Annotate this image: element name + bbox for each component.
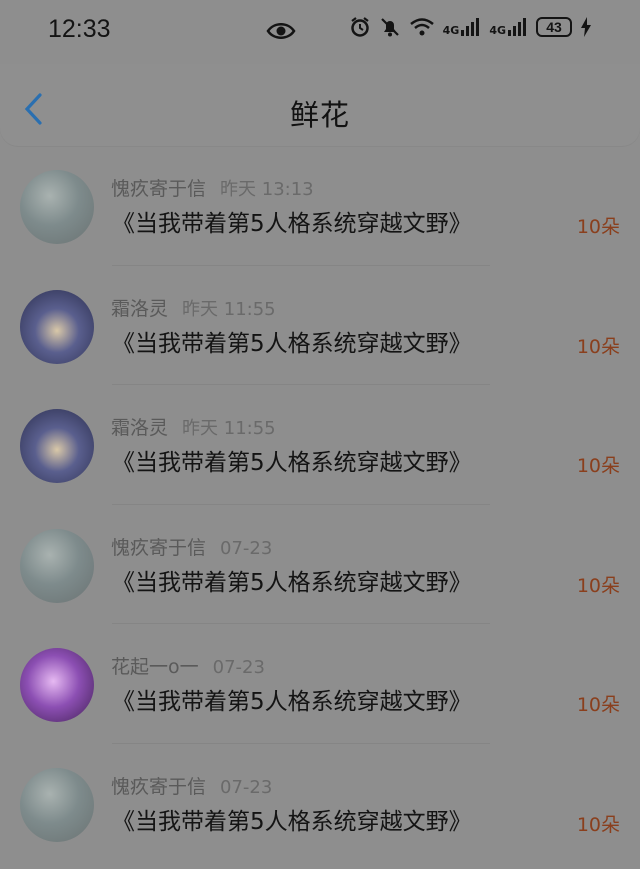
item-meta: 霜洛灵 昨天 11:55 bbox=[111, 413, 276, 440]
user-name[interactable]: 愧疚寄于信 bbox=[111, 776, 206, 798]
avatar[interactable] bbox=[20, 648, 94, 722]
avatar[interactable] bbox=[20, 289, 94, 364]
network-label-2: 4G bbox=[489, 24, 506, 37]
eye-icon bbox=[266, 20, 296, 46]
item-meta: 花起一o一 07-23 bbox=[111, 652, 265, 679]
book-title[interactable]: 《当我带着第5人格系统穿越文野》 bbox=[112, 563, 472, 597]
status-bar: 12:33 4G 4G 43 bbox=[0, 0, 640, 64]
alarm-icon bbox=[349, 16, 371, 38]
flower-count: 10朵 bbox=[576, 216, 620, 238]
charging-icon bbox=[580, 17, 592, 37]
wifi-icon bbox=[409, 17, 435, 37]
status-icons: 4G 4G 43 bbox=[349, 16, 592, 38]
user-name[interactable]: 愧疚寄于信 bbox=[111, 178, 206, 200]
list-item[interactable]: 愧疚寄于信 昨天 13:13 《当我带着第5人格系统穿越文野》 10朵 bbox=[0, 146, 640, 266]
battery-indicator: 43 bbox=[536, 17, 572, 37]
item-date: 07-23 bbox=[212, 657, 265, 678]
item-date: 07-23 bbox=[220, 776, 273, 798]
user-name[interactable]: 花起一o一 bbox=[111, 656, 199, 678]
item-date: 昨天 11:55 bbox=[182, 418, 276, 439]
user-name[interactable]: 愧疚寄于信 bbox=[111, 537, 206, 559]
list-item[interactable]: 愧疚寄于信 07-23 《当我带着第5人格系统穿越文野》 10朵 bbox=[0, 744, 640, 864]
item-date: 昨天 13:13 bbox=[220, 179, 314, 200]
flower-count: 10朵 bbox=[576, 574, 620, 597]
flower-count: 10朵 bbox=[576, 813, 620, 836]
item-meta: 愧疚寄于信 07-23 bbox=[111, 772, 272, 799]
status-time: 12:33 bbox=[48, 15, 111, 43]
network-label: 4G bbox=[442, 24, 460, 37]
book-title[interactable]: 《当我带着第5人格系统穿越文野》 bbox=[112, 682, 472, 716]
mute-icon bbox=[379, 16, 401, 38]
user-name[interactable]: 霜洛灵 bbox=[111, 417, 168, 439]
avatar[interactable] bbox=[20, 170, 94, 244]
book-title[interactable]: 《当我带着第5人格系统穿越文野》 bbox=[112, 324, 472, 358]
book-title[interactable]: 《当我带着第5人格系统穿越文野》 bbox=[112, 443, 472, 477]
flower-count: 10朵 bbox=[576, 694, 620, 716]
book-title[interactable]: 《当我带着第5人格系统穿越文野》 bbox=[112, 802, 472, 836]
signal-icon: 4G bbox=[443, 18, 482, 36]
list-item[interactable]: 花起一o一 07-23 《当我带着第5人格系统穿越文野》 10朵 bbox=[0, 624, 640, 744]
page-title: 鲜花 bbox=[289, 98, 350, 132]
signal-icon-2: 4G bbox=[489, 18, 528, 36]
item-meta: 愧疚寄于信 07-23 bbox=[111, 533, 272, 560]
app-header: 鲜花 bbox=[0, 64, 640, 146]
list-item[interactable]: 霜洛灵 昨天 11:55 《当我带着第5人格系统穿越文野》 10朵 bbox=[0, 385, 640, 505]
item-date: 07-23 bbox=[220, 537, 273, 559]
list-item[interactable]: 霜洛灵 昨天 11:55 《当我带着第5人格系统穿越文野》 10朵 bbox=[0, 266, 640, 385]
item-meta: 霜洛灵 昨天 11:55 bbox=[111, 294, 276, 321]
item-meta: 愧疚寄于信 昨天 13:13 bbox=[111, 174, 314, 201]
flower-list: 愧疚寄于信 昨天 13:13 《当我带着第5人格系统穿越文野》 10朵 霜洛灵 昨天… bbox=[0, 146, 640, 863]
avatar[interactable] bbox=[20, 409, 94, 483]
flower-count: 10朵 bbox=[576, 455, 620, 477]
list-item[interactable]: 愧疚寄于信 07-23 《当我带着第5人格系统穿越文野》 10朵 bbox=[0, 505, 640, 624]
avatar[interactable] bbox=[20, 528, 94, 603]
user-name[interactable]: 霜洛灵 bbox=[111, 298, 168, 320]
item-date: 昨天 11:55 bbox=[182, 298, 276, 320]
book-title[interactable]: 《当我带着第5人格系统穿越文野》 bbox=[112, 204, 472, 238]
avatar[interactable] bbox=[20, 767, 94, 842]
flower-count: 10朵 bbox=[576, 335, 620, 358]
